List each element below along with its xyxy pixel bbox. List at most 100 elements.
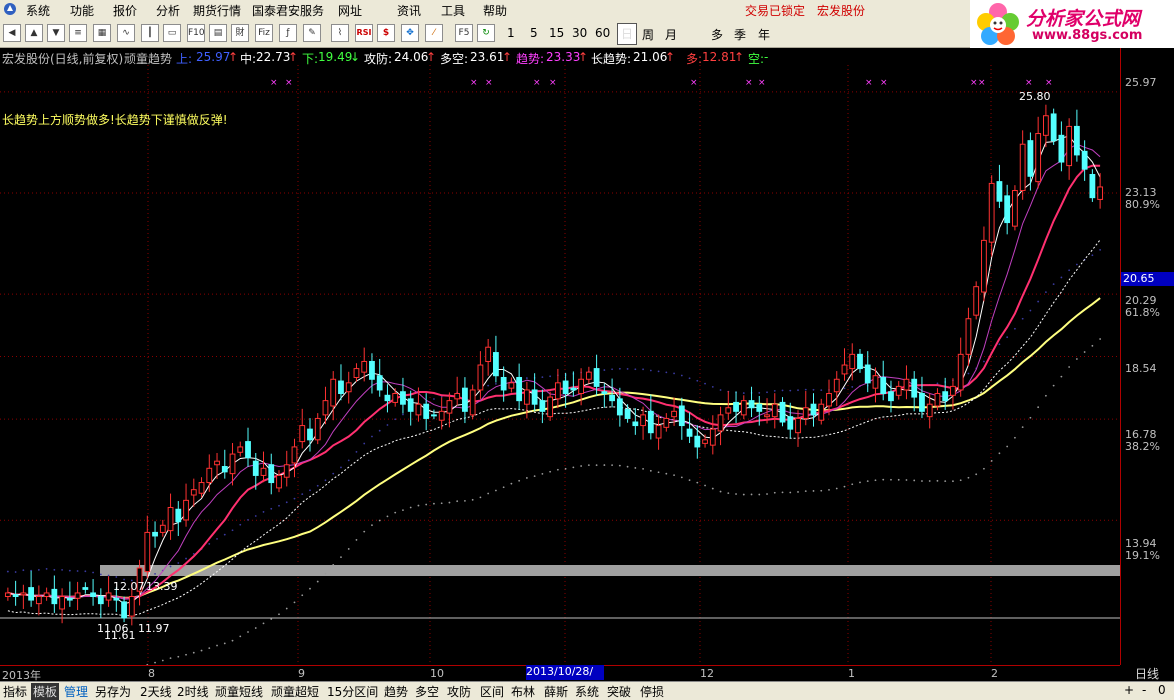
- candle-body[interactable]: [663, 417, 670, 428]
- candle-body[interactable]: [624, 409, 631, 419]
- candle-body[interactable]: [229, 453, 236, 475]
- tab-bollinger[interactable]: 布林: [511, 683, 535, 700]
- candle-body[interactable]: [183, 499, 189, 521]
- candle-body[interactable]: [260, 467, 267, 476]
- candle-body[interactable]: [911, 378, 918, 398]
- candle-body[interactable]: [795, 417, 801, 434]
- candle-body[interactable]: [919, 393, 925, 412]
- candle-body[interactable]: [190, 489, 197, 496]
- candle-body[interactable]: [1027, 140, 1034, 177]
- candle-body[interactable]: [857, 353, 863, 370]
- period-1min[interactable]: 1: [507, 26, 515, 40]
- candle-body[interactable]: [547, 396, 554, 418]
- candle-body[interactable]: [276, 474, 282, 489]
- candle-body[interactable]: [1050, 113, 1057, 142]
- candle-body[interactable]: [384, 394, 391, 402]
- candle-body[interactable]: [872, 375, 879, 389]
- candle-body[interactable]: [826, 393, 832, 407]
- candle-body[interactable]: [221, 466, 228, 473]
- candle-body[interactable]: [299, 425, 306, 443]
- tab-system[interactable]: 系统: [575, 683, 599, 700]
- candle-body[interactable]: [469, 389, 476, 416]
- indicator-icon[interactable]: ⌇: [331, 24, 349, 42]
- line-chart-icon[interactable]: ∿: [117, 24, 135, 42]
- candle-body[interactable]: [578, 378, 585, 395]
- menu-news[interactable]: 资讯: [397, 2, 421, 19]
- period-30min[interactable]: 30: [572, 26, 587, 40]
- candle-body[interactable]: [392, 393, 399, 403]
- tab-attack-defense[interactable]: 攻防: [447, 683, 471, 700]
- candle-body[interactable]: [446, 400, 453, 414]
- candle-body[interactable]: [214, 460, 220, 466]
- candle-body[interactable]: [740, 400, 747, 416]
- candle-body[interactable]: [640, 414, 646, 427]
- tab-long-short[interactable]: 多空: [415, 683, 439, 700]
- window-icon[interactable]: ▭: [163, 24, 181, 42]
- period-15min[interactable]: 15: [549, 26, 564, 40]
- candle-body[interactable]: [957, 353, 964, 391]
- candle-body[interactable]: [733, 401, 739, 412]
- candle-body[interactable]: [756, 403, 763, 412]
- candle-body[interactable]: [369, 360, 375, 380]
- candle-body[interactable]: [167, 506, 174, 532]
- candle-body[interactable]: [678, 405, 685, 427]
- reset-zoom-button[interactable]: 0: [1158, 683, 1166, 697]
- menu-system[interactable]: 系统: [26, 2, 50, 19]
- candle-body[interactable]: [51, 588, 58, 605]
- candle-body[interactable]: [66, 597, 73, 601]
- candle-body[interactable]: [128, 596, 135, 617]
- candle-body[interactable]: [4, 592, 11, 598]
- candle-body[interactable]: [686, 428, 693, 437]
- candle-body[interactable]: [942, 391, 949, 402]
- candle-body[interactable]: [709, 428, 716, 446]
- candle-body[interactable]: [35, 596, 42, 605]
- candle-body[interactable]: [562, 380, 569, 395]
- candle-body[interactable]: [1058, 134, 1065, 163]
- candle-body[interactable]: [1097, 186, 1104, 200]
- candle-body[interactable]: [175, 508, 182, 523]
- candle-body[interactable]: [283, 464, 290, 478]
- candle-body[interactable]: [702, 439, 708, 444]
- menu-help[interactable]: 帮助: [483, 2, 507, 19]
- rsi-icon[interactable]: RSI: [355, 24, 373, 42]
- candle-body[interactable]: [314, 417, 321, 441]
- candle-body[interactable]: [500, 376, 507, 391]
- kline-chart[interactable]: × × × × × × × × × × × × × × × 长趋势上方顺势做多!长趋势下谨慎做反弹! 25.…: [0, 65, 1120, 681]
- back-icon[interactable]: ◀: [3, 24, 21, 42]
- candle-body[interactable]: [632, 421, 639, 427]
- candle-body[interactable]: [926, 403, 933, 418]
- candle-body[interactable]: [59, 596, 65, 610]
- candle-body[interactable]: [268, 464, 275, 484]
- finance-icon[interactable]: 財: [231, 24, 249, 42]
- fiz-icon[interactable]: Fiz: [255, 24, 273, 42]
- tab-wt-short[interactable]: 顽童短线: [215, 683, 263, 700]
- candle-body[interactable]: [996, 181, 1003, 202]
- list-icon[interactable]: ≡: [69, 24, 87, 42]
- period-5min[interactable]: 5: [530, 26, 538, 40]
- candle-body[interactable]: [144, 531, 151, 573]
- tab-2-hour-line[interactable]: 2时线: [177, 683, 209, 700]
- candle-body[interactable]: [1066, 125, 1073, 167]
- candle-body[interactable]: [12, 594, 19, 598]
- candle-body[interactable]: [895, 385, 902, 396]
- candle-body[interactable]: [353, 368, 360, 378]
- candle-body[interactable]: [423, 403, 430, 419]
- candle-body[interactable]: [593, 368, 600, 387]
- candle-body[interactable]: [570, 387, 577, 391]
- menu-website[interactable]: 网址: [338, 2, 362, 19]
- draw-icon[interactable]: ✎: [303, 24, 321, 42]
- tab-wt-ultrashort[interactable]: 顽童超短: [271, 683, 319, 700]
- candle-body[interactable]: [97, 596, 104, 605]
- candle-body[interactable]: [748, 400, 755, 409]
- tab-range[interactable]: 区间: [480, 683, 504, 700]
- menu-analysis[interactable]: 分析: [156, 2, 180, 19]
- down-icon[interactable]: ▼: [47, 24, 65, 42]
- tab-stop-loss[interactable]: 停损: [640, 683, 664, 700]
- candles[interactable]: [4, 104, 1104, 626]
- report-icon[interactable]: ▤: [209, 24, 227, 42]
- menu-futures[interactable]: 期货行情: [193, 2, 241, 19]
- zoom-out-button[interactable]: -: [1142, 683, 1146, 697]
- candle-body[interactable]: [779, 401, 786, 423]
- candle-body[interactable]: [888, 391, 894, 402]
- candle-body[interactable]: [330, 378, 337, 407]
